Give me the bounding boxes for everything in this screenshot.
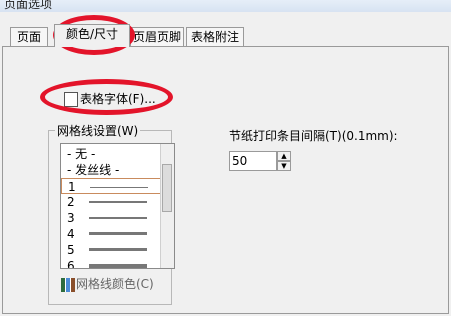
spacing-spinner: ▲ ▼ [229, 151, 291, 171]
list-item-6[interactable]: 6 [61, 258, 161, 268]
scrollbar-thumb[interactable] [162, 164, 172, 212]
tab-color-size[interactable]: 颜色/尺寸 [54, 24, 130, 47]
list-scrollbar[interactable] [160, 144, 174, 268]
gridline-list[interactable]: - 无 - - 发丝线 - 1 2 3 4 5 6 [60, 143, 175, 269]
list-item-1[interactable]: 1 [61, 178, 161, 194]
gridline-group-title: 网格线设置(W) [55, 122, 141, 139]
gridline-color-label: 网格线颜色(C) [76, 277, 154, 291]
color-palette-icon [61, 277, 75, 292]
spacing-input[interactable] [229, 151, 277, 171]
highlight-ellipse-font-button [40, 79, 173, 115]
tab-table-notes[interactable]: 表格附注 [186, 27, 244, 46]
gridline-color-button[interactable]: 网格线颜色(C) [61, 275, 154, 292]
list-item-2[interactable]: 2 [61, 194, 161, 210]
tab-bar: 页面 颜色/尺寸 页眉页脚 表格附注 [0, 24, 451, 47]
title-bar: 页面选项 [0, 0, 451, 12]
tab-page[interactable]: 页面 [10, 27, 48, 46]
window-title: 页面选项 [4, 0, 53, 11]
list-item-hairline[interactable]: - 发丝线 - [61, 162, 161, 178]
list-item-3[interactable]: 3 [61, 210, 161, 226]
list-item-4[interactable]: 4 [61, 226, 161, 242]
arrow-down-icon[interactable]: ▼ [277, 161, 291, 171]
arrow-up-icon[interactable]: ▲ [277, 151, 291, 161]
tab-header-footer[interactable]: 页眉页脚 [130, 27, 184, 46]
list-item-5[interactable]: 5 [61, 242, 161, 258]
list-item-none[interactable]: - 无 - [61, 146, 161, 162]
spacing-label: 节纸打印条目间隔(T)(0.1mm): [229, 129, 398, 143]
